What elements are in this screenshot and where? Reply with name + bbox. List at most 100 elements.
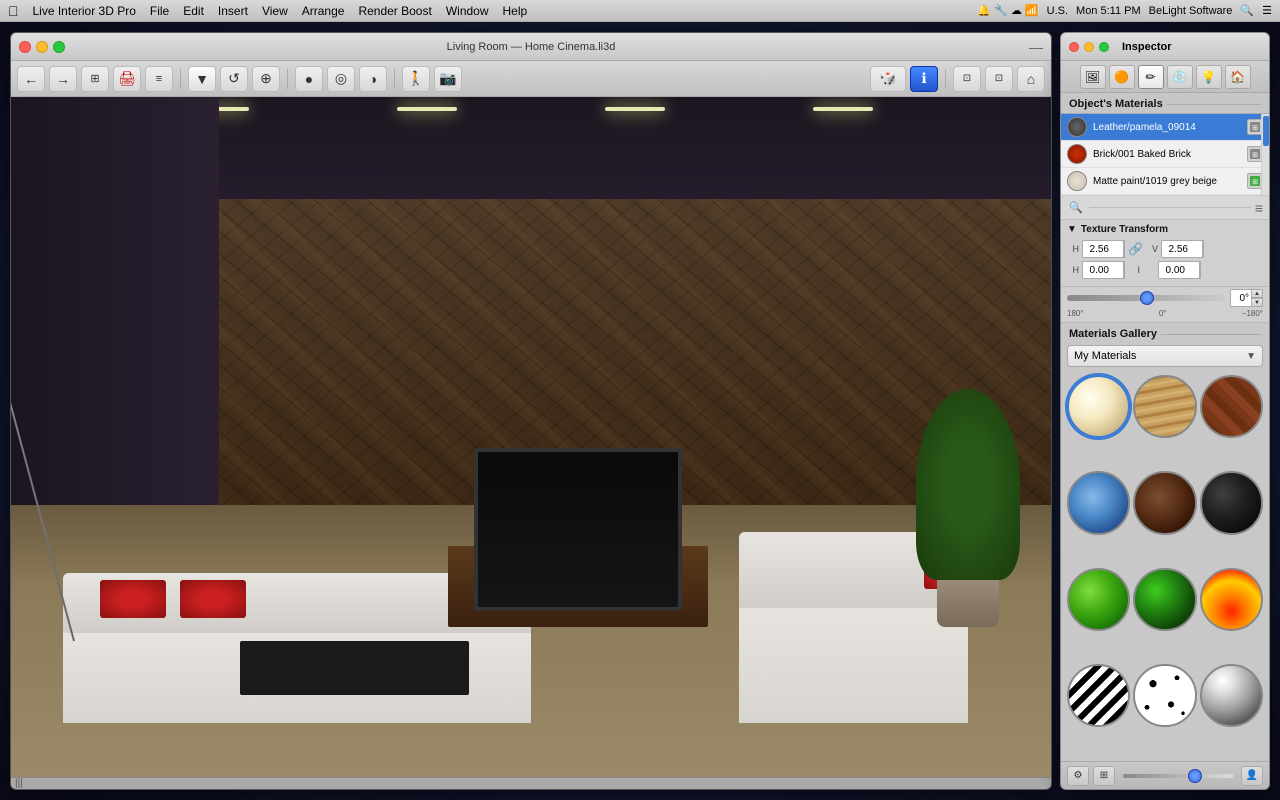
apple-menu[interactable]: 	[8, 3, 19, 19]
arc-tool[interactable]: ◑	[359, 66, 387, 92]
material-swatch-1	[1067, 144, 1087, 164]
select-tool[interactable]: ▼	[188, 66, 216, 92]
angle-slider-track[interactable]	[1067, 295, 1226, 301]
tab-light[interactable]: 💡	[1196, 65, 1222, 89]
swatch-cream[interactable]	[1067, 375, 1130, 438]
viewport-title: Living Room — Home Cinema.li3d	[447, 41, 616, 53]
menu-insert[interactable]: Insert	[218, 4, 248, 18]
menu-file[interactable]: File	[150, 4, 169, 18]
tab-texture[interactable]: 🟠	[1109, 65, 1135, 89]
offset-i-label: I	[1128, 265, 1140, 275]
plant	[916, 389, 1020, 627]
objects-materials-label: Object's Materials	[1069, 98, 1163, 110]
swatch-spots[interactable]	[1133, 664, 1196, 727]
plant-pot	[937, 580, 999, 628]
inspector-panel: Inspector 🖼 🟠 ✏ 💿 💡 🏠 Object's Materials…	[1060, 32, 1270, 790]
swatch-wood-dark[interactable]	[1133, 471, 1196, 534]
inspector-bottom-toolbar: ⚙ ⊞ 👤	[1061, 761, 1269, 789]
maximize-button[interactable]	[53, 41, 65, 53]
menubar-locale: U.S.	[1047, 5, 1068, 17]
target-tool[interactable]: ◎	[327, 66, 355, 92]
menu-edit[interactable]: Edit	[183, 4, 204, 18]
toolbar-sep-4	[945, 69, 946, 89]
material-item-1[interactable]: Brick/001 Baked Brick ⊞	[1061, 141, 1269, 168]
menu-icon[interactable]: ☰	[1262, 4, 1272, 17]
materials-scrollbar[interactable]	[1261, 114, 1269, 195]
tab-materials[interactable]: 🖼	[1080, 65, 1106, 89]
materials-scroll-handle[interactable]	[1263, 116, 1269, 146]
tab-paint[interactable]: ✏	[1138, 65, 1164, 89]
swatch-fire[interactable]	[1200, 568, 1263, 631]
angle-stepper[interactable]: ▲ ▼	[1251, 289, 1263, 307]
zoom-slider-handle[interactable]	[1188, 769, 1202, 783]
nav-forward-button[interactable]: →	[49, 66, 77, 92]
viewport-titlebar: Living Room — Home Cinema.li3d —	[11, 33, 1051, 61]
info-button[interactable]: ℹ	[910, 66, 938, 92]
search-icon[interactable]: 🔍	[1240, 4, 1254, 17]
3d-viewport[interactable]	[11, 97, 1051, 777]
menu-dots[interactable]: ≡	[1255, 200, 1263, 216]
rotate-tool[interactable]: ↺	[220, 66, 248, 92]
grid-button[interactable]: ⊞	[1093, 766, 1115, 786]
menu-window[interactable]: Window	[446, 4, 489, 18]
move-tool[interactable]: ⊕	[252, 66, 280, 92]
inspector-maximize[interactable]	[1099, 42, 1109, 52]
tv-unit	[448, 546, 708, 628]
tab-shader[interactable]: 💿	[1167, 65, 1193, 89]
menu-arrange[interactable]: Arrange	[302, 4, 345, 18]
swatch-chrome[interactable]	[1200, 664, 1263, 727]
swatch-black[interactable]	[1200, 471, 1263, 534]
circle-tool[interactable]: ●	[295, 66, 323, 92]
toolbar-sep-1	[180, 69, 181, 89]
settings-button[interactable]: ⚙	[1067, 766, 1089, 786]
minimize-button[interactable]	[36, 41, 48, 53]
print-button[interactable]: 🖨	[113, 66, 141, 92]
tab-home[interactable]: 🏠	[1225, 65, 1251, 89]
dropper-tool[interactable]: 🔍	[1067, 199, 1085, 217]
swatch-wood-light[interactable]	[1133, 375, 1196, 438]
angle-up[interactable]: ▲	[1251, 289, 1263, 298]
gallery-dropdown-value: My Materials	[1074, 350, 1136, 362]
scale-v-label: V	[1146, 244, 1158, 254]
scroll-grip: |||	[15, 778, 23, 789]
3d-view-button[interactable]: 🎲	[870, 66, 906, 92]
swatch-water[interactable]	[1067, 471, 1130, 534]
swatch-brick[interactable]	[1200, 375, 1263, 438]
camera-tool[interactable]: 📷	[434, 66, 462, 92]
material-item-2[interactable]: Matte paint/1019 grey beige ⊞	[1061, 168, 1269, 195]
menu-view[interactable]: View	[262, 4, 288, 18]
main-toolbar: ← → ⊞ 🖨 ≡ ▼ ↺ ⊕ ● ◎ ◑ 🚶 📷 🎲 ℹ ⊡ ⊡ ⌂	[11, 61, 1051, 97]
top-view-button[interactable]: ⊡	[953, 66, 981, 92]
section-divider	[1167, 104, 1261, 105]
objects-materials-header: Object's Materials	[1061, 93, 1269, 114]
angle-slider-handle[interactable]	[1140, 291, 1154, 305]
viewport-window: Living Room — Home Cinema.li3d — ← → ⊞ 🖨…	[10, 32, 1052, 790]
menu-help[interactable]: Help	[503, 4, 528, 18]
scene-container	[11, 97, 1051, 777]
swatch-zebra[interactable]	[1067, 664, 1130, 727]
menu-render-boost[interactable]: Render Boost	[358, 4, 431, 18]
scale-y-value: 2.56	[1168, 244, 1187, 255]
gallery-dropdown[interactable]: My Materials ▼	[1067, 345, 1263, 367]
home-view-button[interactable]: ⌂	[1017, 66, 1045, 92]
angle-down[interactable]: ▼	[1251, 298, 1263, 307]
window-resize-handle[interactable]: —	[1029, 39, 1043, 55]
menu-app-name[interactable]: Live Interior 3D Pro	[33, 4, 136, 18]
inspector-minimize[interactable]	[1084, 42, 1094, 52]
inspector-close[interactable]	[1069, 42, 1079, 52]
person-tool[interactable]: 🚶	[402, 66, 430, 92]
scale-row: H 2.56 ▲ ▼ 🔗 V 2.56	[1067, 240, 1263, 258]
close-button[interactable]	[19, 41, 31, 53]
floor-plan-button[interactable]: ⊞	[81, 66, 109, 92]
offset-y-value: 0.00	[1166, 265, 1185, 276]
zoom-slider[interactable]	[1123, 774, 1233, 778]
front-view-button[interactable]: ⊡	[985, 66, 1013, 92]
nav-back-button[interactable]: ←	[17, 66, 45, 92]
person-icon-button[interactable]: 👤	[1241, 766, 1263, 786]
viewport-scrollbar[interactable]: |||	[11, 777, 1051, 789]
swatch-green-bright[interactable]	[1067, 568, 1130, 631]
swatch-green-dark[interactable]	[1133, 568, 1196, 631]
views-button[interactable]: ≡	[145, 66, 173, 92]
material-item-0[interactable]: Leather/pamela_09014 ⊞	[1061, 114, 1269, 141]
angle-value: 0°	[1239, 293, 1249, 304]
